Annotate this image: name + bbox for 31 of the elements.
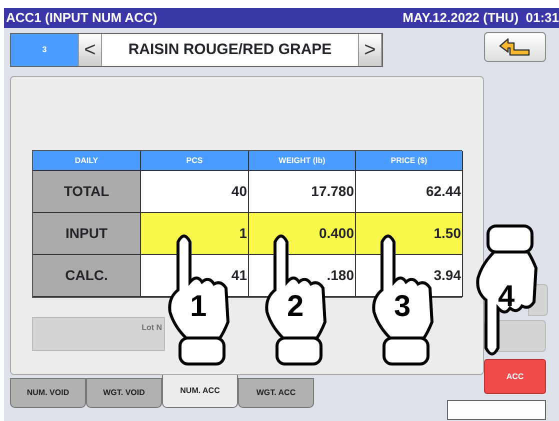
- acc-button[interactable]: ACC: [484, 359, 546, 394]
- return-arrow-icon: [498, 37, 532, 57]
- table-cell: 1.50: [356, 213, 463, 255]
- table-cell: 17.780: [249, 171, 356, 213]
- next-button[interactable]: >: [358, 34, 382, 66]
- step-number: 4: [498, 282, 515, 312]
- table-cell: 0.400: [249, 213, 356, 255]
- tab[interactable]: NUM. ACC: [162, 375, 238, 408]
- input-field[interactable]: [447, 400, 546, 420]
- row-label: TOTAL: [33, 171, 141, 213]
- pointing-hand-icon: [476, 224, 538, 356]
- return-button[interactable]: [484, 32, 546, 62]
- previous-button[interactable]: <: [78, 34, 102, 66]
- product-name: RAISIN ROUGE/RED GRAPE: [127, 40, 333, 60]
- column-header: PRICE ($): [356, 151, 463, 171]
- tab[interactable]: NUM. VOID: [10, 378, 86, 408]
- row-label: CALC.: [33, 255, 141, 297]
- table-cell: 62.44: [356, 171, 463, 213]
- column-header: PCS: [141, 151, 249, 171]
- date-time: MAY.12.2022 (THU) 01:31: [402, 9, 559, 28]
- table-cell: 1: [141, 213, 249, 255]
- row-label: INPUT: [33, 213, 141, 255]
- tab[interactable]: WGT. VOID: [86, 378, 162, 408]
- window-title: ACC1 (INPUT NUM ACC): [6, 9, 158, 28]
- column-header: DAILY: [33, 151, 141, 171]
- product-number: 3: [11, 34, 78, 66]
- table-cell: 40: [141, 171, 249, 213]
- pointing-hand-icon: [372, 234, 434, 366]
- pointing-hand-icon: [168, 234, 230, 366]
- tab[interactable]: WGT. ACC: [238, 378, 314, 408]
- column-header: WEIGHT (lb): [249, 151, 356, 171]
